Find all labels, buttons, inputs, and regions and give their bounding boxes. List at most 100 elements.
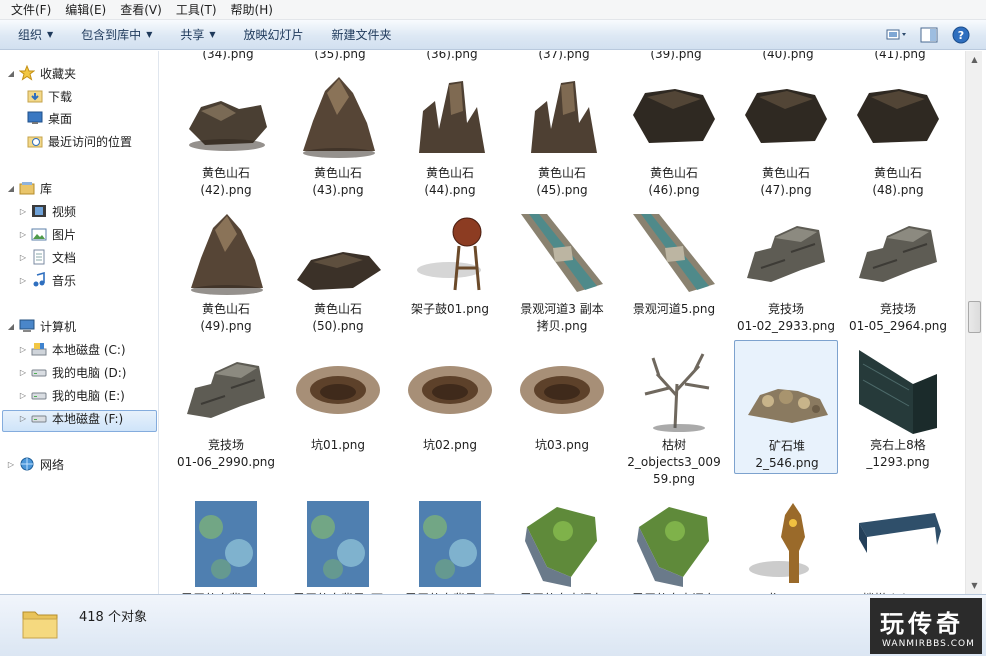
file-name-line: 2_546.png — [755, 456, 819, 470]
vertical-scrollbar[interactable]: ▲ ▼ — [965, 51, 982, 594]
expand-arrow-icon[interactable]: ▷ — [18, 253, 28, 262]
nav-libraries[interactable]: ◢ 库 — [6, 178, 52, 198]
file-item[interactable]: 灵犀仙岛背景_下 — [286, 493, 390, 594]
drive-icon — [31, 387, 47, 403]
file-name-line: 矿石堆 — [768, 439, 805, 453]
help-button[interactable]: ? — [950, 24, 972, 46]
chevron-down-icon: ▼ — [47, 29, 54, 39]
file-name-line: 竞技场 — [207, 438, 244, 452]
view-options-button[interactable] — [886, 24, 908, 46]
menu-edit[interactable]: 编辑(E) — [58, 0, 113, 20]
preview-pane-button[interactable] — [918, 24, 940, 46]
file-item[interactable]: 灵犀仙岛背景_上 — [174, 493, 278, 594]
file-item[interactable]: 龙.png — [734, 493, 838, 594]
collapse-arrow-icon[interactable]: ◢ — [6, 184, 16, 193]
file-item[interactable]: 灵犀仙岛中间左 — [510, 493, 614, 594]
nav-pictures[interactable]: ▷ 图片 — [18, 224, 76, 244]
menu-tools[interactable]: 工具(T) — [169, 0, 224, 20]
file-item[interactable]: 枯树 2_objects3_009 59.png — [622, 340, 726, 486]
file-item[interactable]: 架子鼓01.png — [398, 204, 502, 334]
watermark-logo: 玩传奇 WANMIRBBS.COM — [870, 598, 982, 654]
nav-videos[interactable]: ▷ 视频 — [18, 201, 76, 221]
file-name-line: 01-06_2990.png — [176, 455, 276, 469]
file-name-line: _1293.png — [866, 455, 930, 469]
file-name-line: 景观河道3 副本 — [520, 302, 604, 316]
file-name: 黄色山石 (48).png — [846, 165, 950, 199]
menu-file[interactable]: 文件(F) — [4, 0, 58, 20]
file-item[interactable]: 亮右上8格 _1293.png — [846, 340, 950, 470]
nav-computer[interactable]: ◢ 计算机 — [6, 316, 76, 336]
scroll-thumb[interactable] — [968, 301, 981, 333]
nav-favorites[interactable]: ◢ 收藏夹 — [6, 63, 76, 83]
file-name-line: 坑02.png — [423, 438, 477, 452]
menu-help[interactable]: 帮助(H) — [224, 0, 280, 20]
slideshow-button[interactable]: 放映幻灯片 — [236, 24, 312, 46]
nav-downloads[interactable]: 下载 — [24, 86, 72, 106]
organize-button[interactable]: 组织 ▼ — [10, 24, 61, 46]
nav-music[interactable]: ▷ 音乐 — [18, 270, 76, 290]
file-item[interactable]: 黄色山石 (47).png — [734, 67, 838, 197]
file-item[interactable]: 黄色山石 (50).png — [286, 204, 390, 334]
expand-arrow-icon[interactable]: ▷ — [6, 460, 16, 469]
file-item[interactable]: 景观河道3 副本 拷贝.png — [510, 204, 614, 334]
file-item[interactable]: 竞技场 01-02_2933.png — [734, 204, 838, 334]
share-button[interactable]: 共享 ▼ — [172, 24, 223, 46]
expand-arrow-icon[interactable]: ▷ — [18, 276, 28, 285]
file-name-line: 黄色山石 — [201, 166, 250, 180]
nav-drive-e[interactable]: ▷ 我的电脑 (E:) — [18, 385, 125, 405]
file-item[interactable]: 竞技场 01-06_2990.png — [174, 340, 278, 470]
chevron-down-icon: ▼ — [209, 29, 216, 39]
file-item[interactable]: 楼梯 (1).png — [846, 493, 950, 594]
details-pane: 418 个对象 — [0, 594, 986, 656]
expand-arrow-icon[interactable]: ▷ — [18, 230, 28, 239]
library-icon — [19, 180, 35, 196]
file-item[interactable]: 黄色山石 (42).png — [174, 67, 278, 197]
scroll-up-arrow-icon[interactable]: ▲ — [966, 51, 983, 68]
menu-view[interactable]: 查看(V) — [113, 0, 169, 20]
collapse-arrow-icon[interactable]: ◢ — [6, 322, 16, 331]
file-item[interactable]: 景观河道5.png — [622, 204, 726, 334]
nav-recent-places[interactable]: 最近访问的位置 — [24, 131, 132, 151]
expand-arrow-icon[interactable]: ▷ — [18, 345, 28, 354]
expand-arrow-icon[interactable]: ▷ — [18, 368, 28, 377]
file-thumbnail — [405, 71, 495, 161]
nav-desktop[interactable]: 桌面 — [24, 108, 72, 128]
new-folder-button[interactable]: 新建文件夹 — [324, 24, 400, 46]
file-item[interactable]: 黄色山石 (48).png — [846, 67, 950, 197]
file-item[interactable]: 坑01.png — [286, 340, 390, 470]
file-item[interactable]: 黄色山石 (46).png — [622, 67, 726, 197]
file-item[interactable]: 黄色山石 (45).png — [510, 67, 614, 197]
watermark-url: WANMIRBBS.COM — [882, 639, 975, 649]
computer-icon — [19, 318, 35, 334]
file-name-partial: (40).png — [762, 51, 814, 61]
menu-bar: 文件(F) 编辑(E) 查看(V) 工具(T) 帮助(H) — [0, 0, 986, 20]
file-name: 架子鼓01.png — [398, 301, 502, 318]
nav-drive-f[interactable]: ▷ 本地磁盘 (F:) — [18, 408, 123, 428]
expand-arrow-icon[interactable]: ▷ — [18, 414, 28, 423]
file-item[interactable]: 灵犀仙岛背景_下 — [398, 493, 502, 594]
nav-drive-c[interactable]: ▷ 本地磁盘 (C:) — [18, 339, 126, 359]
nav-pictures-label: 图片 — [52, 227, 77, 242]
nav-drive-d[interactable]: ▷ 我的电脑 (D:) — [18, 362, 127, 382]
collapse-arrow-icon[interactable]: ◢ — [6, 69, 16, 78]
file-name-line: (48).png — [872, 183, 924, 197]
file-thumbnail — [629, 208, 719, 298]
nav-network[interactable]: ▷ 网络 — [6, 454, 64, 474]
file-item[interactable]: 坑03.png — [510, 340, 614, 470]
expand-arrow-icon[interactable]: ▷ — [18, 391, 28, 400]
file-name-line: 01-05_2964.png — [848, 319, 948, 333]
scroll-down-arrow-icon[interactable]: ▼ — [966, 577, 983, 594]
file-item[interactable]: 黄色山石 (49).png — [174, 204, 278, 334]
nav-documents[interactable]: ▷ 文档 — [18, 247, 76, 267]
file-item[interactable]: 黄色山石 (43).png — [286, 67, 390, 197]
file-item[interactable]: 黄色山石 (44).png — [398, 67, 502, 197]
file-item[interactable]: 矿石堆 2_546.png — [734, 340, 838, 474]
include-in-library-button[interactable]: 包含到库中 ▼ — [73, 24, 160, 46]
preview-pane-icon — [920, 27, 938, 43]
file-item[interactable]: 灵犀仙岛中间右 — [622, 493, 726, 594]
file-item[interactable]: 坑02.png — [398, 340, 502, 470]
file-thumbnail — [293, 497, 383, 587]
file-item[interactable]: 竞技场 01-05_2964.png — [846, 204, 950, 334]
folder-icon — [22, 611, 58, 639]
expand-arrow-icon[interactable]: ▷ — [18, 207, 28, 216]
